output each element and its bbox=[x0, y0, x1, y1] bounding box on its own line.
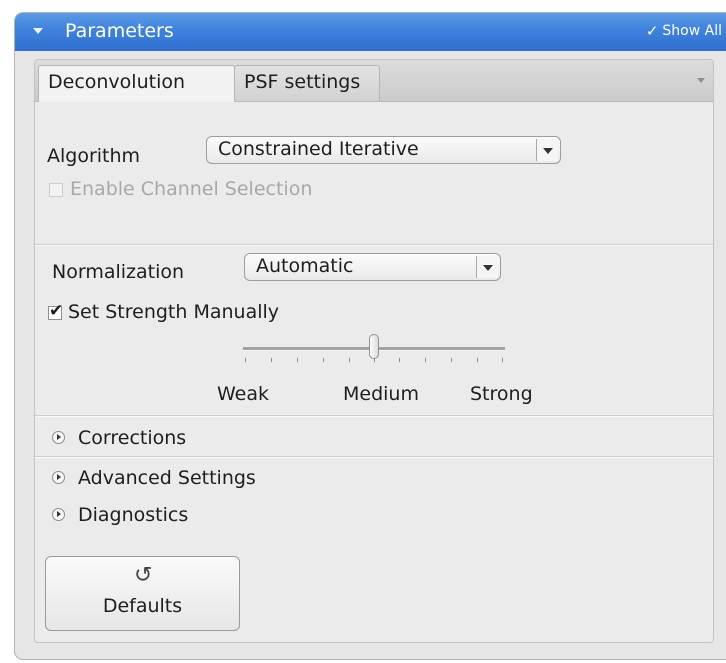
slider-tick bbox=[323, 358, 324, 362]
slider-tick bbox=[451, 358, 452, 362]
set-strength-manually-label: Set Strength Manually bbox=[68, 301, 280, 323]
slider-tick bbox=[297, 358, 298, 362]
algorithm-select[interactable]: Constrained Iterative bbox=[206, 136, 561, 164]
tab-strip: Deconvolution PSF settings bbox=[35, 60, 713, 102]
tab-overflow-chevron-icon[interactable] bbox=[697, 78, 705, 83]
diagnostics-label: Diagnostics bbox=[78, 504, 189, 526]
reset-icon: ↺ bbox=[134, 563, 153, 588]
show-all-toggle[interactable]: ✓ Show All bbox=[646, 22, 722, 40]
slider-tick bbox=[399, 358, 400, 362]
collapse-arrow-icon[interactable] bbox=[33, 28, 43, 34]
advanced-settings-label: Advanced Settings bbox=[78, 467, 256, 489]
defaults-button-label: Defaults bbox=[102, 595, 183, 617]
chevron-down-icon[interactable] bbox=[476, 256, 498, 278]
expand-arrow-icon bbox=[52, 508, 65, 521]
tab-psf-settings[interactable]: PSF settings bbox=[234, 65, 380, 101]
enable-channel-selection-checkbox[interactable] bbox=[49, 183, 63, 197]
slider-tick bbox=[502, 358, 503, 362]
slider-tick bbox=[349, 358, 350, 362]
chevron-down-icon[interactable] bbox=[536, 139, 558, 161]
slider-label-medium: Medium bbox=[343, 383, 419, 405]
slider-tick bbox=[477, 358, 478, 362]
divider bbox=[35, 415, 713, 417]
algorithm-select-value: Constrained Iterative bbox=[218, 138, 419, 160]
expand-arrow-icon bbox=[52, 471, 65, 484]
divider bbox=[35, 244, 713, 246]
slider-label-strong: Strong bbox=[470, 383, 533, 405]
parameters-panel: Parameters ✓ Show All Deconvolution PSF … bbox=[14, 12, 726, 660]
slider-label-weak: Weak bbox=[217, 383, 270, 405]
set-strength-manually-checkbox[interactable] bbox=[48, 301, 63, 321]
parameters-content: Deconvolution PSF settings Algorithm Con… bbox=[34, 59, 714, 643]
strength-slider-thumb[interactable] bbox=[369, 334, 379, 359]
normalization-select-value: Automatic bbox=[256, 255, 354, 277]
tab-deconvolution[interactable]: Deconvolution bbox=[38, 65, 235, 102]
slider-tick bbox=[245, 358, 246, 362]
slider-tick bbox=[271, 358, 272, 362]
show-all-label: Show All bbox=[662, 23, 722, 39]
panel-titlebar[interactable]: Parameters ✓ Show All bbox=[15, 13, 726, 51]
normalization-select[interactable]: Automatic bbox=[244, 253, 501, 281]
show-all-check-icon: ✓ bbox=[645, 22, 659, 40]
expand-arrow-icon bbox=[52, 431, 65, 444]
divider bbox=[35, 456, 713, 458]
algorithm-label: Algorithm bbox=[47, 145, 141, 167]
slider-tick bbox=[425, 358, 426, 362]
panel-title: Parameters bbox=[65, 20, 174, 42]
normalization-label: Normalization bbox=[52, 261, 185, 283]
enable-channel-selection-label: Enable Channel Selection bbox=[70, 178, 313, 200]
corrections-label: Corrections bbox=[78, 427, 187, 449]
defaults-button[interactable]: ↺ Defaults bbox=[45, 556, 240, 631]
